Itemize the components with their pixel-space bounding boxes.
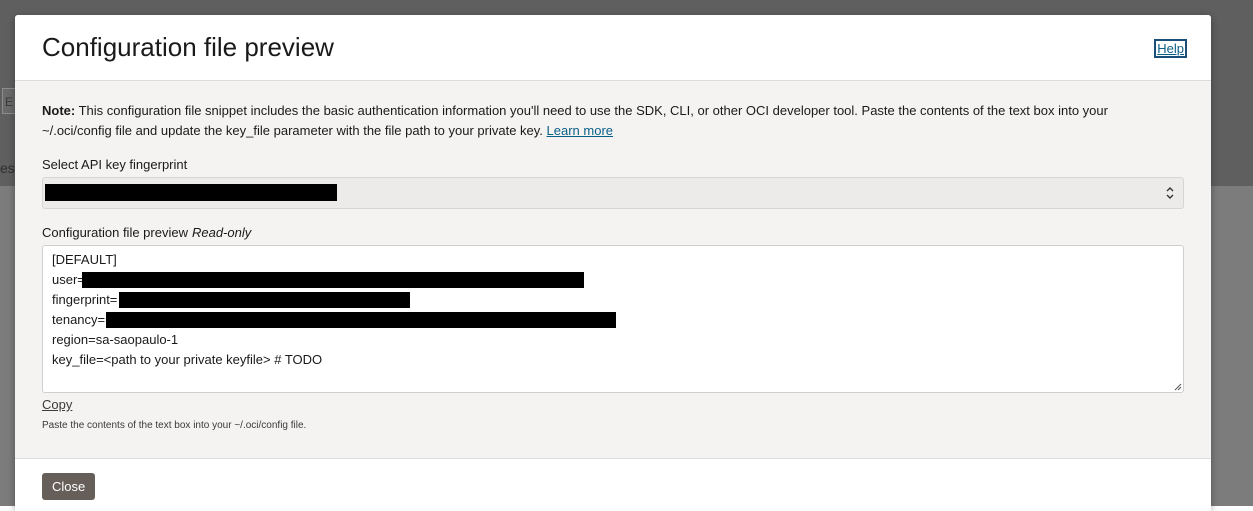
redacted-fingerprint-value bbox=[45, 184, 337, 201]
config-key-fingerprint: fingerprint= bbox=[52, 292, 118, 307]
close-button[interactable]: Close bbox=[42, 473, 96, 500]
config-key-tenancy: tenancy= bbox=[52, 312, 106, 327]
dialog-header: Configuration file preview Help bbox=[15, 15, 1211, 81]
copy-hint-text: Paste the contents of the text box into … bbox=[42, 420, 307, 431]
config-preview-textarea[interactable]: [DEFAULT] user= fingerprint= tenancy= re… bbox=[42, 245, 1184, 393]
preview-label: Configuration file preview Read-only bbox=[42, 225, 1184, 241]
background-button-fragment: E bbox=[2, 88, 16, 114]
background-text-fragment: es bbox=[0, 160, 15, 176]
dialog-title: Configuration file preview bbox=[42, 32, 334, 62]
config-preview-dialog: Configuration file preview Help Note: Th… bbox=[15, 15, 1211, 511]
learn-more-link[interactable]: Learn more bbox=[547, 123, 613, 138]
note-prefix: Note: bbox=[42, 103, 76, 118]
dialog-footer: Close bbox=[15, 458, 1211, 511]
note-paragraph: Note: This configuration file snippet in… bbox=[42, 101, 1142, 141]
config-line-user: user= bbox=[52, 271, 1174, 291]
config-line-tenancy: tenancy= bbox=[52, 311, 1174, 331]
redacted-tenancy-value bbox=[106, 312, 616, 328]
config-line-region: region=sa-saopaulo-1 bbox=[52, 332, 179, 347]
resize-grip-icon[interactable] bbox=[1174, 383, 1182, 391]
config-line-key-file: key_file=<path to your private keyfile> … bbox=[52, 352, 323, 367]
preview-label-text: Configuration file preview bbox=[42, 225, 188, 240]
config-line-fingerprint: fingerprint= bbox=[52, 291, 1174, 311]
help-link[interactable]: Help bbox=[1154, 39, 1187, 58]
readonly-label: Read-only bbox=[191, 225, 252, 240]
fingerprint-select[interactable] bbox=[42, 177, 1184, 209]
fingerprint-label: Select API key fingerprint bbox=[42, 157, 188, 172]
chevron-up-down-icon bbox=[1166, 187, 1174, 199]
config-line-section: [DEFAULT] bbox=[52, 252, 117, 267]
redacted-user-value bbox=[82, 272, 584, 288]
redacted-fingerprint-line-value bbox=[119, 292, 410, 308]
dialog-body: Note: This configuration file snippet in… bbox=[42, 101, 1184, 431]
config-key-user: user= bbox=[52, 272, 85, 287]
copy-link[interactable]: Copy bbox=[42, 397, 72, 412]
